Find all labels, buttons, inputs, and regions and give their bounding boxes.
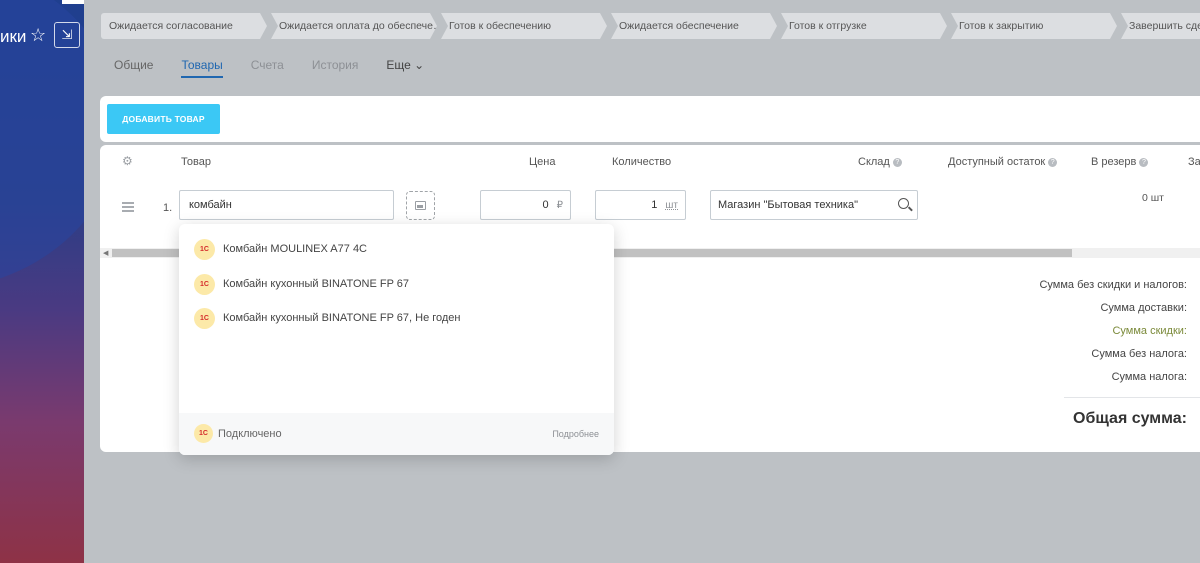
stage-7[interactable]: Завершить сдел [1121, 13, 1200, 39]
total-delivery-label: Сумма доставки: [1100, 302, 1187, 314]
quantity-field[interactable]: 1 шт [595, 190, 686, 220]
stage-6[interactable]: Готов к закрытию [951, 13, 1117, 39]
help-icon[interactable]: ? [1048, 158, 1058, 167]
suggestion-item[interactable]: 1С Комбайн MOULINEX A77 4C [194, 238, 367, 260]
1c-logo-icon: 1С [194, 424, 213, 443]
stage-4[interactable]: Ожидается обеспечение [611, 13, 777, 39]
header-quantity: Количество [612, 156, 672, 168]
tab-invoices[interactable]: Счета [251, 58, 284, 78]
total-tax-label: Сумма налога: [1111, 371, 1187, 383]
available-value: 0 шт [1142, 192, 1164, 204]
header-reserve: В резерв? [1091, 156, 1149, 168]
star-icon[interactable]: ☆ [30, 25, 46, 46]
tab-bar: Общие Товары Счета История Еще ⌄ [114, 58, 452, 78]
collapse-arrow-icon[interactable]: ⇲ [54, 22, 80, 48]
stage-pipeline: Ожидается согласование Ожидается оплата … [101, 13, 1200, 39]
1c-logo-icon: 1С [194, 273, 215, 295]
product-image-box[interactable] [406, 191, 435, 220]
header-warehouse-label: Склад [858, 156, 890, 168]
price-value: 0 [542, 199, 549, 211]
quantity-value: 1 [651, 199, 658, 211]
grand-total-label: Общая сумма: [1073, 410, 1187, 427]
warehouse-value: Магазин "Бытовая техника" [718, 199, 858, 211]
suggestion-label: Комбайн MOULINEX A77 4C [223, 243, 367, 255]
price-field[interactable]: 0 ₽ [480, 190, 571, 220]
header-price: Цена [529, 156, 556, 168]
connection-status: 1С Подключено [194, 424, 282, 443]
dropdown-footer: 1С Подключено Подробнее [179, 413, 614, 455]
section-title: ики [0, 27, 27, 46]
total-no-discount-tax-label: Сумма без скидки и налогов: [1039, 279, 1187, 291]
header-available-label: Доступный остаток [948, 156, 1046, 168]
total-discount-label[interactable]: Сумма скидки: [1112, 325, 1187, 337]
total-no-tax-label: Сумма без налога: [1091, 348, 1187, 360]
tab-products[interactable]: Товары [181, 58, 223, 78]
header-reserve-label: В резерв [1091, 156, 1137, 168]
warehouse-field[interactable]: Магазин "Бытовая техника" [710, 190, 918, 220]
stage-1[interactable]: Ожидается согласование [101, 13, 267, 39]
suggestion-label: Комбайн кухонный BINATONE FP 67 [223, 278, 410, 290]
search-icon[interactable] [898, 198, 909, 209]
product-input[interactable] [187, 198, 386, 212]
header-available: Доступный остаток? [948, 156, 1058, 168]
suggestion-item[interactable]: 1С Комбайн кухонный BINATONE FP 67 [194, 273, 409, 295]
product-search-field[interactable] [179, 190, 394, 220]
quantity-unit[interactable]: шт [665, 200, 678, 211]
suggestion-label: Комбайн кухонный BINATONE FP 67, Не годе… [223, 312, 461, 324]
add-product-button[interactable]: ДОБАВИТЬ ТОВАР [107, 104, 220, 134]
left-panel: ики ☆ ⇲ [0, 0, 84, 563]
help-icon[interactable]: ? [892, 158, 902, 167]
product-suggestions-dropdown: 1С Комбайн MOULINEX A77 4C 1С Комбайн ку… [179, 224, 614, 455]
1c-logo-icon: 1С [194, 238, 215, 260]
scroll-left-icon[interactable]: ◀ [103, 249, 108, 257]
tab-history[interactable]: История [312, 58, 359, 78]
more-details-link[interactable]: Подробнее [552, 429, 599, 439]
1c-logo-icon: 1С [194, 307, 215, 329]
connection-status-label: Подключено [218, 427, 282, 440]
row-number: 1. [163, 202, 173, 214]
stage-5[interactable]: Готов к отгрузке [781, 13, 947, 39]
drag-handle-icon[interactable] [122, 202, 134, 214]
header-warehouse: Склад? [858, 156, 902, 168]
stage-2[interactable]: Ожидается оплата до обеспече… [271, 13, 437, 39]
tab-more[interactable]: Еще ⌄ [386, 58, 424, 78]
suggestion-item[interactable]: 1С Комбайн кухонный BINATONE FP 67, Не г… [194, 307, 461, 329]
top-indicator [62, 0, 84, 4]
currency-sign: ₽ [556, 200, 563, 211]
tab-general[interactable]: Общие [114, 58, 153, 78]
totals-divider [1064, 397, 1200, 398]
image-icon [415, 201, 426, 210]
toolbar-card: ДОБАВИТЬ ТОВАР [100, 96, 1200, 142]
header-product: Товар [181, 156, 211, 168]
gear-icon[interactable]: ⚙ [122, 154, 133, 168]
header-cut: За [1188, 156, 1200, 168]
stage-3[interactable]: Готов к обеспечению [441, 13, 607, 39]
help-icon[interactable]: ? [1139, 158, 1149, 167]
